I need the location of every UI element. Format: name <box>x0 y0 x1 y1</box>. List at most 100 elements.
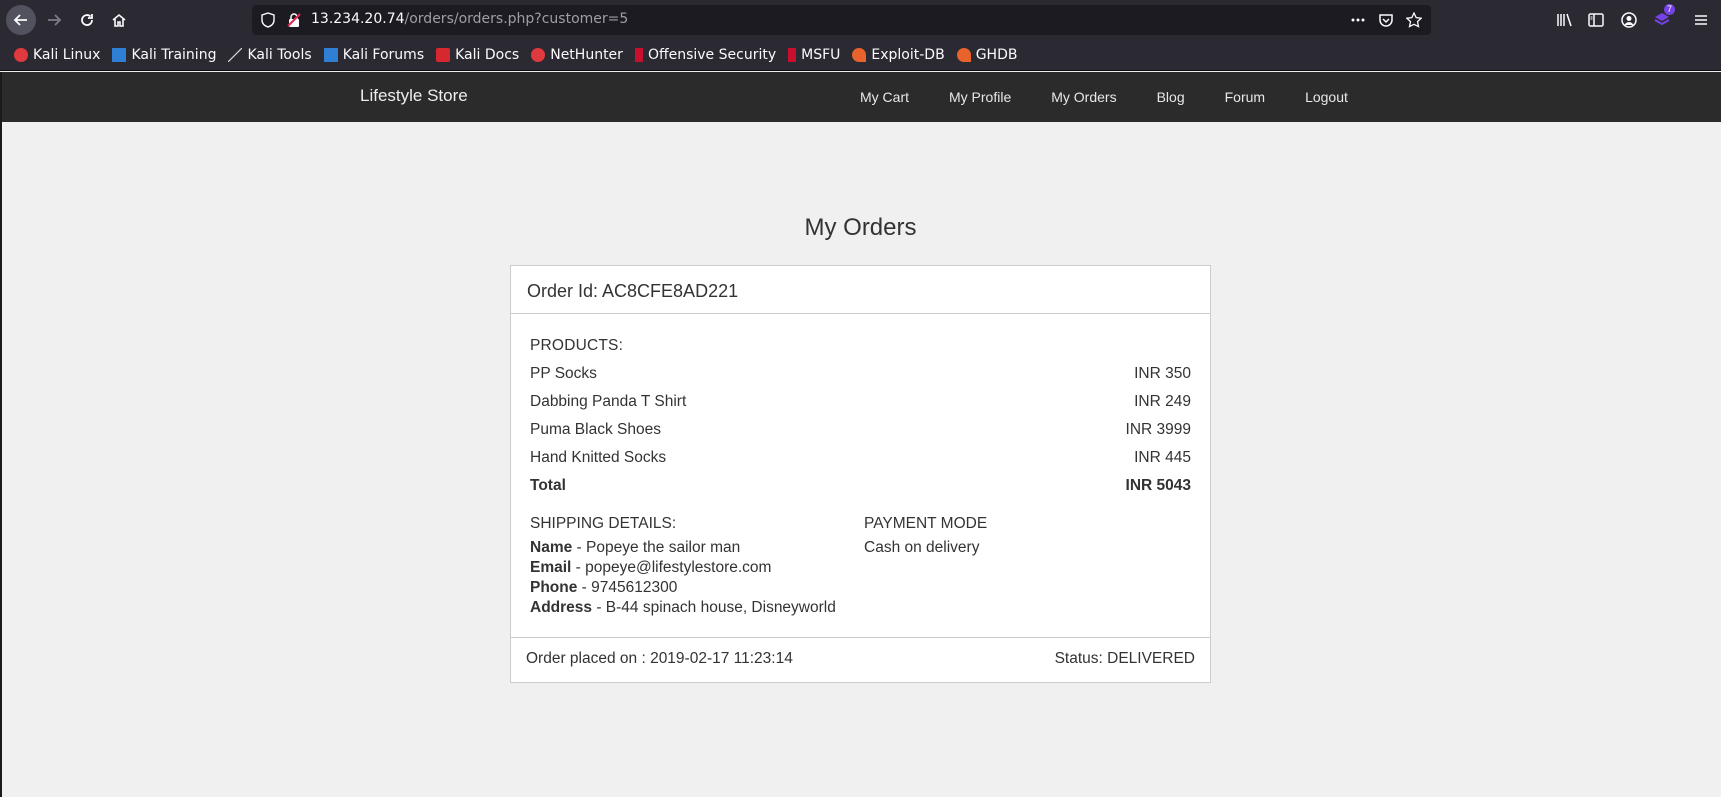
product-name: Dabbing Panda T Shirt <box>530 393 687 410</box>
product-name: Hand Knitted Socks <box>530 449 667 466</box>
kali-training-icon <box>112 48 127 62</box>
order-footer: Order placed on : 2019-02-17 11:23:14 St… <box>511 638 1210 680</box>
pocket-icon[interactable] <box>1378 12 1394 28</box>
msfu-icon <box>788 48 797 62</box>
product-price: INR 350 <box>1134 365 1191 382</box>
product-price: INR 3999 <box>1125 421 1191 438</box>
shipping-details: SHIPPING DETAILS: Name - Popeye the sail… <box>530 510 864 618</box>
account-icon[interactable] <box>1620 11 1638 29</box>
product-row: PP Socks INR 350 <box>530 360 1191 388</box>
kali-dragon-icon <box>14 48 28 62</box>
more-actions-icon[interactable] <box>1350 12 1366 28</box>
phone-key: Phone <box>530 579 578 596</box>
bookmark-label: MSFU <box>801 47 841 63</box>
menu-hamburger-icon[interactable] <box>1692 11 1710 29</box>
url-bar[interactable]: 13.234.20.74/orders/orders.php?customer=… <box>252 5 1431 35</box>
order-body: PRODUCTS: PP Socks INR 350 Dabbing Panda… <box>511 314 1210 638</box>
reload-button[interactable] <box>72 5 102 35</box>
order-status: Status: DELIVERED <box>1054 650 1195 667</box>
site-navbar: Lifestyle Store My Cart My Profile My Or… <box>2 72 1721 122</box>
bookmark-star-icon[interactable] <box>1406 12 1422 28</box>
order-id: Order Id: AC8CFE8AD221 <box>511 266 1210 314</box>
bookmark-label: Kali Docs <box>455 47 520 63</box>
home-button[interactable] <box>104 5 134 35</box>
offsec-icon <box>634 48 643 62</box>
bookmark-label: Kali Tools <box>247 47 312 63</box>
product-name: PP Socks <box>530 365 597 382</box>
library-icon[interactable] <box>1555 11 1573 29</box>
back-button[interactable] <box>6 5 36 35</box>
browser-toolbar: 13.234.20.74/orders/orders.php?customer=… <box>0 0 1721 40</box>
forward-button[interactable] <box>39 5 69 35</box>
payment-mode: Cash on delivery <box>864 539 980 556</box>
reload-icon <box>81 14 93 26</box>
bookmark-label: Exploit-DB <box>871 47 945 63</box>
bookmark-msfu[interactable]: MSFU <box>788 47 840 63</box>
email-value: - popeye@lifestylestore.com <box>571 559 772 576</box>
shipping-address: Address - B-44 spinach house, Disneyworl… <box>530 598 864 618</box>
bookmark-label: Kali Forums <box>342 47 425 63</box>
url-text[interactable]: 13.234.20.74/orders/orders.php?customer=… <box>311 11 628 27</box>
name-key: Name <box>530 539 573 556</box>
shipping-title: SHIPPING DETAILS: <box>530 515 677 532</box>
order-details: SHIPPING DETAILS: Name - Popeye the sail… <box>530 510 1191 618</box>
back-arrow-icon <box>13 14 27 26</box>
name-value: - Popeye the sailor man <box>572 539 741 556</box>
extension-button[interactable]: 7 <box>1652 4 1676 31</box>
product-price: INR 445 <box>1134 449 1191 466</box>
bookmark-kali-docs[interactable]: Kali Docs <box>436 47 519 63</box>
nav-logout[interactable]: Logout <box>1305 89 1348 105</box>
extension-badge: 7 <box>1664 4 1676 15</box>
kali-forums-icon <box>323 48 338 62</box>
shipping-email: Email - popeye@lifestylestore.com <box>530 558 864 578</box>
address-value: - B-44 spinach house, Disneyworld <box>592 599 836 616</box>
exploitdb-icon <box>852 48 867 62</box>
nav-forum[interactable]: Forum <box>1225 89 1265 105</box>
window-edge <box>0 72 2 797</box>
kali-docs-icon <box>436 48 451 62</box>
nav-my-cart[interactable]: My Cart <box>860 89 909 105</box>
total-label: Total <box>530 477 566 494</box>
shipping-phone: Phone - 9745612300 <box>530 578 864 598</box>
url-path: /orders/orders.php?customer=5 <box>404 11 629 27</box>
bookmark-label: Kali Linux <box>33 47 101 63</box>
total-value: INR 5043 <box>1125 477 1191 494</box>
bookmark-kali-linux[interactable]: Kali Linux <box>14 47 100 63</box>
product-row: Hand Knitted Socks INR 445 <box>530 444 1191 472</box>
nethunter-icon <box>531 48 546 62</box>
nav-links: My Cart My Profile My Orders Blog Forum … <box>860 72 1388 122</box>
bookmark-label: NetHunter <box>550 47 623 63</box>
insecure-lock-icon[interactable] <box>286 12 302 28</box>
forward-arrow-icon <box>48 14 62 26</box>
phone-value: - 9745612300 <box>577 579 678 596</box>
total-row: Total INR 5043 <box>530 472 1191 500</box>
bookmarks-toolbar: Kali Linux Kali Training Kali Tools Kali… <box>0 40 1721 71</box>
product-price: INR 249 <box>1134 393 1191 410</box>
payment-details: PAYMENT MODE Cash on delivery <box>864 510 1191 618</box>
bookmark-ghdb[interactable]: GHDB <box>956 47 1018 63</box>
brand-link[interactable]: Lifestyle Store <box>360 86 468 106</box>
order-panel: Order Id: AC8CFE8AD221 PRODUCTS: PP Sock… <box>510 265 1211 683</box>
tracking-shield-icon[interactable] <box>260 12 276 28</box>
bookmark-label: Offensive Security <box>647 47 777 63</box>
bookmark-exploit-db[interactable]: Exploit-DB <box>852 47 945 63</box>
address-key: Address <box>530 599 593 616</box>
ghdb-icon <box>956 48 971 62</box>
home-icon <box>112 13 126 27</box>
sidebar-icon[interactable] <box>1587 11 1605 29</box>
bookmark-kali-training[interactable]: Kali Training <box>112 47 216 63</box>
nav-my-orders[interactable]: My Orders <box>1051 89 1116 105</box>
products-label: PRODUCTS: <box>530 337 624 354</box>
bookmark-kali-tools[interactable]: Kali Tools <box>228 47 312 63</box>
nav-my-profile[interactable]: My Profile <box>949 89 1011 105</box>
url-host: 13.234.20.74 <box>311 11 405 27</box>
bookmark-nethunter[interactable]: NetHunter <box>531 47 623 63</box>
nav-blog[interactable]: Blog <box>1157 89 1185 105</box>
bookmark-label: GHDB <box>975 47 1018 63</box>
page-title: My Orders <box>804 214 917 241</box>
bookmark-label: Kali Training <box>131 47 217 63</box>
shipping-name: Name - Popeye the sailor man <box>530 538 864 558</box>
bookmark-offensive-security[interactable]: Offensive Security <box>634 47 777 63</box>
product-row: Dabbing Panda T Shirt INR 249 <box>530 388 1191 416</box>
bookmark-kali-forums[interactable]: Kali Forums <box>323 47 425 63</box>
